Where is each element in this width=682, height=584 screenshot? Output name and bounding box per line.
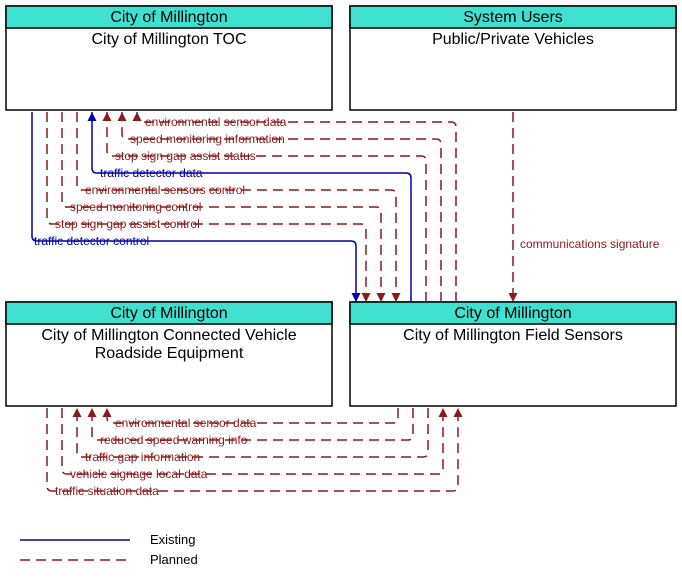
legend-existing: Existing — [150, 532, 196, 547]
svg-text:communications signature: communications signature — [520, 237, 660, 251]
node-vehicles-title: Public/Private Vehicles — [432, 31, 594, 48]
svg-text:traffic situation data: traffic situation data — [55, 484, 159, 498]
svg-text:vehicle signage local data: vehicle signage local data — [70, 467, 208, 481]
flow-comm-signature: communications signature — [513, 112, 660, 302]
svg-text:traffic detector control: traffic detector control — [34, 234, 149, 248]
node-roadside-title: City of Millington Connected Vehicle — [41, 327, 296, 344]
architecture-diagram: City of Millington City of Millington TO… — [0, 0, 682, 584]
svg-text:environmental sensor data: environmental sensor data — [115, 416, 257, 430]
svg-text:environmental sensor data: environmental sensor data — [145, 115, 287, 129]
node-roadside-owner: City of Millington — [110, 305, 227, 322]
node-roadside-title2: Roadside Equipment — [95, 345, 244, 362]
node-toc-title: City of Millington TOC — [91, 31, 246, 48]
legend: Existing Planned — [20, 532, 198, 567]
svg-text:stop sign gap assist status: stop sign gap assist status — [115, 149, 256, 163]
node-toc-owner: City of Millington — [110, 9, 227, 26]
node-sensors-owner: City of Millington — [454, 305, 571, 322]
legend-planned: Planned — [150, 552, 198, 567]
node-roadside[interactable]: City of Millington City of Millington Co… — [6, 302, 332, 406]
svg-text:reduced speed warning info: reduced speed warning info — [100, 433, 248, 447]
svg-text:stop sign gap assist control: stop sign gap assist control — [55, 217, 200, 231]
svg-text:speed monitoring control: speed monitoring control — [70, 200, 201, 214]
flow-env-sensor-data-bottom: environmental sensor data — [107, 408, 398, 430]
node-toc[interactable]: City of Millington City of Millington TO… — [6, 6, 332, 110]
svg-text:traffic detector data: traffic detector data — [100, 166, 203, 180]
node-vehicles[interactable]: System Users Public/Private Vehicles — [350, 6, 676, 110]
node-sensors[interactable]: City of Millington City of Millington Fi… — [350, 302, 676, 406]
svg-text:traffic gap information: traffic gap information — [85, 450, 200, 464]
svg-text:speed monitoring information: speed monitoring information — [130, 132, 285, 146]
svg-text:environmental sensors control: environmental sensors control — [85, 183, 245, 197]
node-vehicles-owner: System Users — [463, 9, 563, 26]
node-sensors-title: City of Millington Field Sensors — [403, 327, 623, 344]
